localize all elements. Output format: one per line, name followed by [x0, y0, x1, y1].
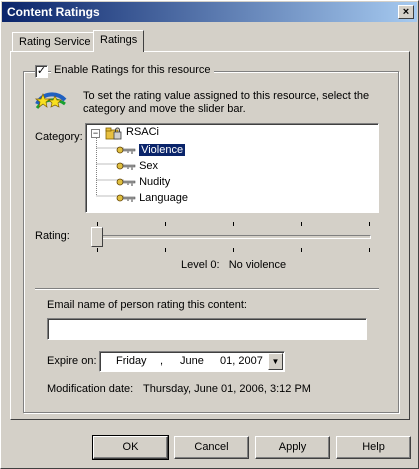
tab-rating-service[interactable]: Rating Service [12, 32, 98, 52]
expire-date[interactable]: 01, 2007 [220, 355, 263, 367]
modification-date-text: Thursday, June 01, 2006, 3:12 PM [143, 383, 311, 395]
expire-label: Expire on: [47, 355, 97, 367]
category-tree[interactable]: − RSACi Violence Sex Nudity Language [85, 123, 379, 213]
help-button[interactable]: Help [336, 436, 411, 459]
expire-day[interactable]: Friday [116, 355, 147, 367]
expire-separator: , [160, 355, 164, 367]
window-title: Content Ratings [7, 5, 100, 19]
ok-label: OK [122, 441, 139, 453]
instructions-text: To set the rating value assigned to this… [83, 90, 383, 116]
expire-month[interactable]: June [180, 355, 204, 367]
slider-tick [233, 222, 234, 226]
rating-label: Rating: [35, 230, 70, 242]
email-field[interactable] [47, 318, 367, 340]
tree-collapse-icon[interactable]: − [91, 129, 100, 138]
slider-tick [301, 222, 302, 226]
modification-date: Thursday, June 01, 2006, 3:12 PM [143, 383, 311, 395]
slider-tick [165, 222, 166, 226]
email-label: Email name of person rating this content… [47, 299, 247, 311]
tree-item-violence[interactable]: Violence [116, 142, 187, 158]
slider-tick [369, 248, 370, 252]
instructions-line: To set the rating value assigned to this… [83, 90, 370, 102]
chevron-down-icon[interactable]: ▼ [268, 353, 283, 370]
rating-slider-track[interactable] [95, 235, 371, 239]
tab-label: Rating Service [19, 36, 91, 48]
apply-label: Apply [278, 441, 307, 453]
tab-ratings[interactable]: Ratings [93, 30, 145, 52]
instructions-line: category and move the slider bar. [83, 103, 246, 115]
expire-label-text: Expire on: [47, 355, 97, 367]
tree-item-nudity[interactable]: Nudity [116, 174, 170, 190]
ratings-badge-icon [35, 92, 67, 110]
apply-button[interactable]: Apply [255, 436, 330, 459]
key-icon [116, 146, 136, 155]
cancel-button[interactable]: Cancel [174, 436, 249, 459]
tree-item-label: Nudity [139, 176, 171, 188]
category-label: Category: [35, 131, 83, 143]
tree-item-label: Violence [138, 143, 187, 157]
tree-item-sex[interactable]: Sex [116, 158, 158, 174]
title-bar[interactable]: Content Ratings × [2, 2, 417, 22]
level-description: Level 0: No violence [181, 259, 286, 271]
tree-root-rsaci[interactable]: RSACi [126, 124, 159, 140]
cancel-label: Cancel [194, 441, 229, 453]
slider-tick [369, 222, 370, 226]
slider-tick [301, 248, 302, 252]
close-icon[interactable]: × [398, 5, 414, 19]
modification-label-text: Modification date: [47, 383, 134, 395]
enable-ratings-label[interactable]: Enable Ratings for this resource [51, 64, 214, 76]
level-text: Level 0: No violence [181, 259, 287, 271]
enable-ratings-checkbox[interactable]: ✓ [35, 65, 48, 78]
tree-item-language[interactable]: Language [116, 190, 188, 206]
email-label-text: Email name of person rating this content… [47, 299, 247, 311]
enable-ratings-text: Enable Ratings for this resource [54, 64, 211, 76]
key-icon [116, 194, 136, 203]
category-label-text: Category: [35, 131, 83, 143]
content-ratings-dialog: Content Ratings × Rating Service Ratings… [0, 0, 419, 469]
tree-item-label: Language [139, 192, 189, 204]
tree-root-label: RSACi [126, 126, 160, 138]
expire-date-picker[interactable]: Friday , June 01, 2007 ▼ [99, 351, 285, 372]
section-separator [35, 288, 379, 290]
ok-button[interactable]: OK [92, 435, 169, 460]
rating-slider-thumb[interactable] [91, 227, 103, 247]
slider-tick [97, 222, 98, 226]
key-icon [116, 178, 136, 187]
key-icon [116, 162, 136, 171]
slider-tick [165, 248, 166, 252]
tree-item-label: Sex [139, 160, 159, 172]
modification-label: Modification date: [47, 383, 133, 395]
slider-tick [97, 248, 98, 252]
rating-label-text: Rating: [35, 230, 70, 242]
slider-tick [233, 248, 234, 252]
help-label: Help [362, 441, 385, 453]
tab-label: Ratings [100, 34, 138, 46]
